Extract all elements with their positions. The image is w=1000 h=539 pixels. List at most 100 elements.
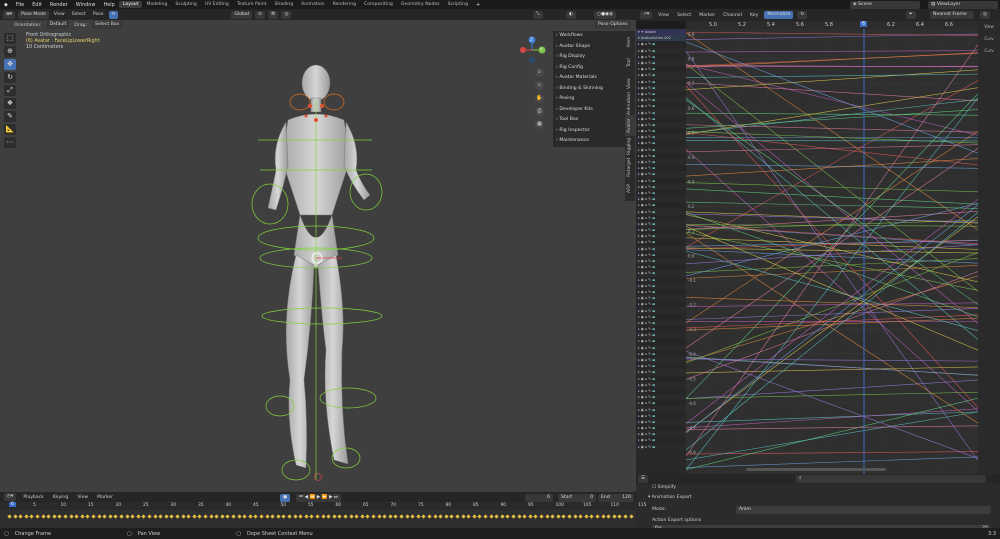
eye-icon[interactable]: ◉	[641, 401, 644, 405]
keyframe-marker[interactable]	[136, 514, 141, 519]
lock-icon[interactable]: ⌂	[645, 377, 647, 381]
lock-icon[interactable]: ⌂	[645, 247, 647, 251]
modifier-icon[interactable]: ✎	[648, 265, 651, 269]
keyframe-marker[interactable]	[544, 514, 550, 519]
eye-icon[interactable]: ◉	[641, 216, 644, 220]
modifier-icon[interactable]: ✎	[648, 333, 651, 337]
lock-icon[interactable]: ⌂	[645, 321, 647, 325]
eye-icon[interactable]: ◉	[641, 284, 644, 288]
keyframe-marker[interactable]	[343, 514, 348, 519]
keyframe-marker[interactable]	[130, 514, 135, 519]
keyframe-marker[interactable]	[236, 514, 242, 519]
keyframe-marker[interactable]	[628, 514, 634, 519]
keyframe-marker[interactable]	[315, 514, 320, 519]
modifier-icon[interactable]: ✎	[648, 92, 651, 96]
tab-retarget[interactable]: Retarget	[625, 157, 635, 178]
keyframe-marker[interactable]	[606, 514, 611, 519]
keyframe-marker[interactable]	[298, 514, 303, 519]
keyframe-marker[interactable]	[119, 514, 124, 519]
eye-icon[interactable]: ◉	[641, 179, 644, 183]
keyframe-marker[interactable]	[320, 514, 326, 519]
keyframe-marker[interactable]	[617, 514, 623, 519]
tab-item[interactable]: Item	[625, 31, 635, 52]
modifier-icon[interactable]: ✎	[648, 370, 651, 374]
ge-menu-view[interactable]: View	[656, 13, 671, 18]
normalize-toggle[interactable]: Normalize	[764, 11, 794, 19]
lock-icon[interactable]: ⌂	[645, 179, 647, 183]
keyframe-marker[interactable]	[511, 514, 516, 519]
lock-icon[interactable]: ⌂	[645, 333, 647, 337]
keyframe-marker[interactable]	[180, 514, 186, 519]
keyframe-marker[interactable]	[522, 514, 527, 519]
keyframe-marker[interactable]	[7, 514, 12, 519]
keyframe-marker[interactable]	[158, 514, 163, 519]
menu-window[interactable]: Window	[72, 2, 100, 8]
modifier-icon[interactable]: ✎	[648, 240, 651, 244]
modifier-icon[interactable]: ✎	[648, 191, 651, 195]
lock-icon[interactable]: ⌂	[645, 104, 647, 108]
modifier-icon[interactable]: ✎	[648, 80, 651, 84]
lock-icon[interactable]: ⌂	[645, 98, 647, 102]
keyframe-marker[interactable]	[326, 514, 331, 519]
modifier-icon[interactable]: ✎	[648, 141, 651, 145]
properties-editor-icon[interactable]: ☰	[638, 475, 649, 483]
lock-icon[interactable]: ⌂	[645, 364, 647, 368]
eye-icon[interactable]: ◉	[641, 234, 644, 238]
eye-icon[interactable]: ◉	[641, 240, 644, 244]
keyframe-marker[interactable]	[388, 514, 393, 519]
timeline-area[interactable]: 5 10 15 20 25 30 35 40 45 50 55 60 65 70 75 80 85 90 95 100…	[0, 502, 646, 528]
drag-selector[interactable]: Select Box	[92, 21, 123, 29]
lock-icon[interactable]: ⌂	[645, 203, 647, 207]
tab-animation-side[interactable]: Animation	[625, 92, 635, 115]
keyframe-marker[interactable]	[578, 514, 583, 519]
modifier-icon[interactable]: ✎	[648, 49, 651, 53]
modifier-icon[interactable]: ✎	[648, 172, 651, 176]
start-frame-field[interactable]: Start 0	[558, 494, 596, 502]
keyframe-marker[interactable]	[253, 514, 259, 519]
menu-select[interactable]: Select	[70, 12, 88, 17]
eye-icon[interactable]: ◉	[641, 55, 644, 59]
modifier-icon[interactable]: ✎	[648, 123, 651, 127]
eye-icon[interactable]: ◉	[641, 80, 644, 84]
keyframe-marker[interactable]	[466, 514, 471, 519]
keyframe-marker[interactable]	[416, 514, 421, 519]
timeline-editor-icon[interactable]: ◷▾	[4, 493, 17, 501]
lock-icon[interactable]: ⌂	[645, 117, 647, 121]
lock-icon[interactable]: ⌂	[645, 42, 647, 46]
current-frame-indicator[interactable]: 6	[860, 21, 868, 27]
lock-icon[interactable]: ⌂	[645, 92, 647, 96]
filter-icon[interactable]: ⏷	[906, 11, 916, 19]
modifier-icon[interactable]: ✎	[648, 377, 651, 381]
modifier-icon[interactable]: ✎	[648, 234, 651, 238]
snap-icon[interactable]: ⌘	[267, 10, 279, 19]
eye-icon[interactable]: ◉	[641, 302, 644, 306]
eye-icon[interactable]: ◉	[641, 129, 644, 133]
lock-icon[interactable]: ⌂	[645, 315, 647, 319]
eye-icon[interactable]: ◉	[641, 445, 644, 449]
eye-icon[interactable]: ◉	[641, 67, 644, 71]
lock-icon[interactable]: ⌂	[645, 123, 647, 127]
pivot-point-icon[interactable]: ⊙	[255, 10, 265, 19]
modifier-icon[interactable]: ✎	[648, 160, 651, 164]
modifier-icon[interactable]: ✎	[648, 104, 651, 108]
ge-menu-select[interactable]: Select	[675, 13, 693, 18]
keyframe-marker[interactable]	[18, 514, 23, 519]
modifier-icon[interactable]: ✎	[648, 445, 651, 449]
keyframe-marker[interactable]	[29, 514, 35, 519]
eye-icon[interactable]: ◉	[641, 49, 644, 53]
eye-icon[interactable]: ◉	[641, 309, 644, 313]
zoom-icon[interactable]: ⌕	[535, 68, 544, 77]
modifier-icon[interactable]: ✎	[648, 321, 651, 325]
keyframe-marker[interactable]	[57, 514, 63, 519]
modifier-icon[interactable]: ✎	[648, 302, 651, 306]
shading-modes-icon[interactable]: ○●◉◍	[594, 11, 617, 19]
eye-icon[interactable]: ◉	[641, 339, 644, 343]
modifier-icon[interactable]: ✎	[648, 210, 651, 214]
modifier-icon[interactable]: ✎	[648, 117, 651, 121]
eye-icon[interactable]: ◉	[641, 420, 644, 424]
lock-icon[interactable]: ⌂	[645, 358, 647, 362]
keyframe-marker[interactable]	[63, 514, 68, 519]
eye-icon[interactable]: ◉	[641, 61, 644, 65]
orientation-selector[interactable]: Default	[46, 21, 70, 29]
keyframe-marker[interactable]	[376, 514, 382, 519]
